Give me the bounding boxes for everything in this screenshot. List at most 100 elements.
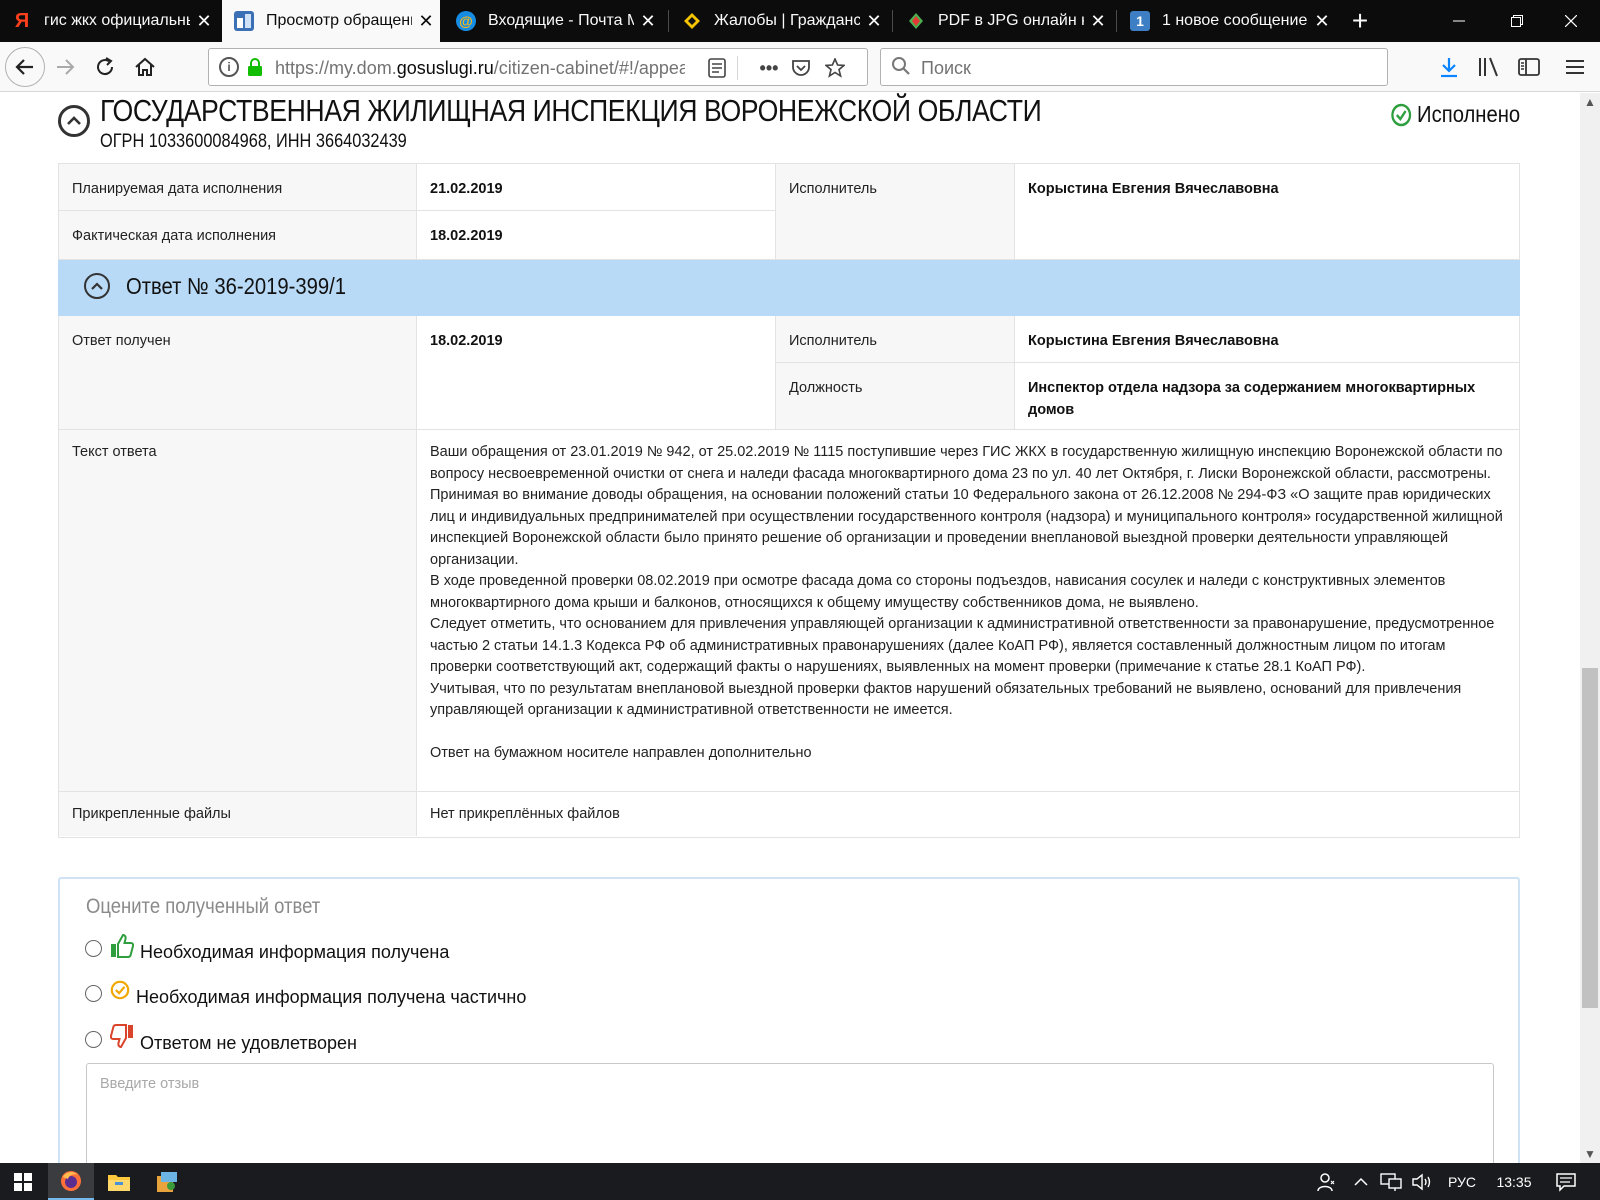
actual-date-label: Фактическая дата исполнения: [59, 211, 416, 259]
attached-files-label: Прикрепленные файлы: [59, 792, 416, 836]
language-indicator[interactable]: РУС: [1442, 1163, 1482, 1200]
volume-icon[interactable]: [1408, 1163, 1438, 1200]
row-divider: [59, 210, 775, 211]
column-divider: [775, 316, 776, 429]
sidebar-button[interactable]: [1514, 52, 1544, 82]
answer-paragraph: Следует отметить, что основанием для при…: [430, 616, 1495, 675]
action-center-icon[interactable]: [1546, 1163, 1586, 1200]
address-bar[interactable]: i https://my.dom.gosuslugi.ru/citizen-ca…: [208, 48, 868, 86]
close-tab-icon[interactable]: ✕: [412, 11, 440, 32]
radio-partial[interactable]: [85, 984, 102, 1002]
actual-date-value: 18.02.2019: [430, 228, 503, 244]
tab-title: Входящие - Почта Mail.Ru: [488, 12, 634, 29]
windows-logo-icon: [14, 1172, 32, 1191]
complaints-icon: [682, 11, 702, 31]
chevron-up-icon[interactable]: [1348, 1163, 1374, 1200]
sidebar-icon: [1518, 58, 1540, 76]
column-divider: [1014, 316, 1015, 429]
lock-icon[interactable]: [247, 58, 263, 76]
execution-info-table: Планируемая дата исполнения 21.02.2019 Ф…: [58, 163, 1520, 260]
menu-button[interactable]: [1560, 52, 1590, 82]
tab-complaints[interactable]: Жалобы | Гражданский ✕: [670, 0, 888, 42]
radio-unsatisfied[interactable]: [85, 1030, 102, 1048]
forward-button[interactable]: [48, 50, 82, 84]
radio-received[interactable]: [85, 939, 102, 957]
review-textarea[interactable]: Введите отзыв: [86, 1063, 1494, 1163]
pocket-icon[interactable]: [789, 57, 813, 79]
organization-name: ГОСУДАРСТВЕННАЯ ЖИЛИЩНАЯ ИНСПЕКЦИЯ ВОРОН…: [100, 93, 1042, 128]
taskbar-file-explorer[interactable]: [96, 1163, 142, 1200]
tab-yandex[interactable]: Я гис жкх официальный ✕: [0, 0, 218, 42]
tab-title: гис жкх официальный: [44, 12, 190, 29]
rating-option-received[interactable]: Необходимая информация получена: [85, 933, 450, 965]
scroll-up-arrow-icon[interactable]: ▲: [1584, 95, 1596, 109]
answer-received-value: 18.02.2019: [430, 333, 503, 349]
collapse-answer-button[interactable]: [84, 273, 110, 299]
tab-appeal-view[interactable]: Просмотр обращения ✕: [222, 0, 440, 42]
reader-view-icon[interactable]: [705, 57, 729, 79]
restore-button[interactable]: [1488, 0, 1546, 42]
rating-option-partial[interactable]: Необходимая информация получена частично: [85, 980, 526, 1008]
people-icon[interactable]: [1310, 1163, 1344, 1200]
organization-ids: ОГРН 1033600084968, ИНН 3664032439: [100, 131, 407, 152]
back-button[interactable]: [5, 47, 45, 87]
network-icon[interactable]: [1376, 1163, 1406, 1200]
tab-pdf-converter[interactable]: PDF в JPG онлайн конвертер ✕: [894, 0, 1112, 42]
taskbar-firefox[interactable]: [48, 1163, 94, 1200]
close-tab-icon[interactable]: ✕: [860, 11, 888, 32]
answer-received-label: Ответ получен: [59, 316, 416, 429]
page-content: ГОСУДАРСТВЕННАЯ ЖИЛИЩНАЯ ИНСПЕКЦИЯ ВОРОН…: [0, 93, 1580, 1163]
chevron-up-icon: [67, 116, 81, 125]
scrollbar-thumb[interactable]: [1582, 668, 1598, 1008]
reload-icon: [97, 57, 114, 76]
tab-title: Просмотр обращения: [266, 12, 412, 29]
tab-new-message[interactable]: 1 1 новое сообщение ✕: [1118, 0, 1336, 42]
answer-title: Ответ № 36-2019-399/1: [126, 273, 347, 299]
windows-taskbar: РУС 13:35: [0, 1163, 1600, 1200]
firefox-icon: [61, 1170, 81, 1191]
tab-title: Жалобы | Гражданский: [714, 12, 860, 29]
home-button[interactable]: [128, 50, 162, 84]
executor-label: Исполнитель: [776, 164, 1014, 259]
bookmark-star-icon[interactable]: [823, 57, 847, 79]
library-button[interactable]: [1474, 52, 1504, 82]
downloads-button[interactable]: [1434, 52, 1464, 82]
clock[interactable]: 13:35: [1486, 1163, 1542, 1200]
arrow-left-icon: [15, 59, 33, 75]
status-badge: Исполнено: [1390, 101, 1520, 128]
answer-executor-value: Корыстина Евгения Вячеславовна: [1028, 333, 1279, 349]
chevron-up-icon: [91, 282, 103, 290]
new-tab-button[interactable]: +: [1340, 0, 1380, 42]
close-tab-icon[interactable]: ✕: [634, 11, 662, 32]
close-tab-icon[interactable]: ✕: [1308, 11, 1336, 32]
rating-title: Оцените полученный ответ: [86, 895, 321, 918]
tab-separator: [668, 10, 669, 32]
review-placeholder: Введите отзыв: [100, 1076, 200, 1092]
planned-date-label: Планируемая дата исполнения: [59, 164, 416, 211]
answer-header[interactable]: Ответ № 36-2019-399/1: [58, 260, 1520, 316]
taskbar-app[interactable]: [144, 1163, 190, 1200]
rating-option-unsatisfied[interactable]: Ответом не удовлетворен: [85, 1024, 357, 1056]
scroll-down-arrow-icon[interactable]: ▼: [1584, 1147, 1596, 1161]
tab-mail[interactable]: @ Входящие - Почта Mail.Ru ✕: [444, 0, 662, 42]
start-button[interactable]: [0, 1163, 46, 1200]
url-text[interactable]: https://my.dom.gosuslugi.ru/citizen-cabi…: [275, 58, 685, 79]
collapse-organization-button[interactable]: [58, 105, 90, 137]
organization-header: ГОСУДАРСТВЕННАЯ ЖИЛИЩНАЯ ИНСПЕКЦИЯ ВОРОН…: [58, 93, 1520, 163]
reload-button[interactable]: [88, 50, 122, 84]
rating-option-label: Необходимая информация получена: [140, 941, 450, 962]
tab-title: 1 новое сообщение: [1162, 12, 1308, 29]
answer-paragraph: В ходе проведенной проверки 08.02.2019 п…: [430, 573, 1446, 611]
page-actions-icon[interactable]: •••: [757, 57, 781, 79]
column-divider: [775, 164, 776, 259]
search-bar[interactable]: Поиск: [880, 48, 1388, 86]
close-tab-icon[interactable]: ✕: [190, 11, 218, 32]
answer-text-body: Ваши обращения от 23.01.2019 № 942, от 2…: [417, 430, 1519, 780]
close-window-button[interactable]: [1542, 0, 1600, 42]
close-tab-icon[interactable]: ✕: [1084, 11, 1112, 32]
page-scrollbar[interactable]: ▲ ▼: [1580, 93, 1600, 1163]
status-text: Исполнено: [1416, 101, 1520, 127]
url-domain: gosuslugi.ru: [396, 58, 494, 78]
minimize-button[interactable]: [1430, 0, 1488, 42]
info-icon[interactable]: i: [219, 57, 239, 77]
